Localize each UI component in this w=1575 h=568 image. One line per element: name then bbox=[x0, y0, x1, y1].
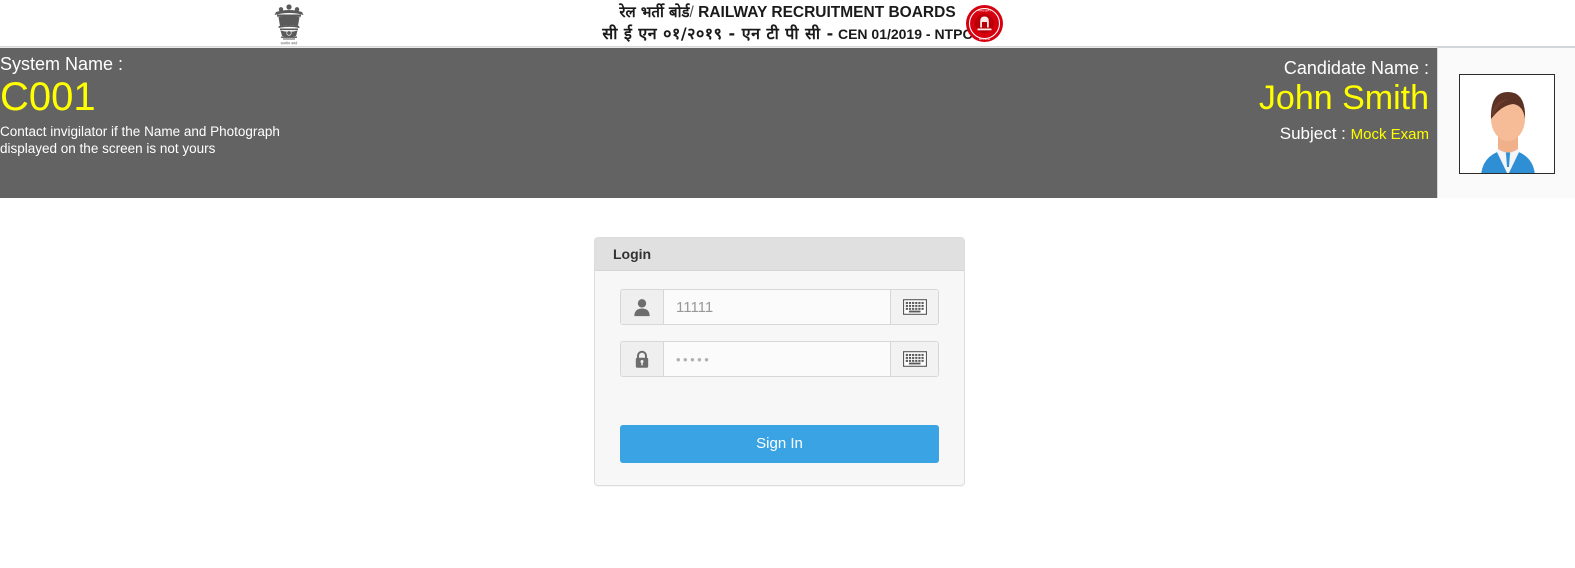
svg-text:RAILWAY: RAILWAY bbox=[978, 8, 991, 12]
subject-value: Mock Exam bbox=[1350, 126, 1429, 143]
login-panel: Login 11111 ••••• Sign In bbox=[594, 237, 965, 486]
subject-row: Subject : Mock Exam bbox=[1259, 123, 1429, 145]
login-panel-title: Login bbox=[613, 246, 652, 262]
subject-label: Subject : bbox=[1279, 124, 1346, 143]
virtual-keyboard-icon-username[interactable] bbox=[890, 290, 938, 324]
lock-icon bbox=[621, 342, 664, 376]
system-name-value: C001 bbox=[0, 75, 96, 119]
system-name-label: System Name : bbox=[0, 54, 124, 74]
virtual-keyboard-icon-password[interactable] bbox=[890, 342, 938, 376]
candidate-info-block: Candidate Name : John Smith Subject : Mo… bbox=[1259, 57, 1429, 145]
username-input-group bbox=[620, 289, 939, 325]
candidate-info-bar: System Name : C001 Contact invigilator i… bbox=[0, 47, 1575, 199]
candidate-name-label: Candidate Name : bbox=[1283, 58, 1429, 78]
banner-english-title: RAILWAY RECRUITMENT BOARDS bbox=[698, 4, 956, 21]
banner-line-2: सी ई एन ०१/२०१९ - एन टी पी सी - CEN 01/2… bbox=[0, 23, 1575, 45]
main-content-area: Login 11111 ••••• Sign In bbox=[0, 198, 1575, 568]
login-panel-body: Sign In bbox=[595, 271, 964, 485]
banner-line-1: रेल भर्ती बोर्ड/ RAILWAY RECRUITMENT BOA… bbox=[0, 2, 1575, 23]
invigilator-note: Contact invigilator if the Name and Phot… bbox=[0, 123, 280, 157]
svg-text:BOARD: BOARD bbox=[979, 37, 991, 41]
banner-separator: / bbox=[689, 4, 694, 21]
banner-english-cen: CEN 01/2019 - NTPC bbox=[837, 26, 973, 42]
candidate-name-value: John Smith bbox=[1258, 79, 1429, 117]
sign-in-button[interactable]: Sign In bbox=[620, 425, 939, 463]
top-banner: सत्यमेव जयते रेल भर्ती बोर्ड/ RAILWAY RE… bbox=[0, 0, 1575, 47]
banner-titles: रेल भर्ती बोर्ड/ RAILWAY RECRUITMENT BOA… bbox=[0, 0, 1575, 45]
system-info-block: System Name : C001 Contact invigilator i… bbox=[0, 52, 280, 157]
avatar bbox=[1458, 73, 1555, 174]
indian-railways-logo-icon: RAILWAY BOARD bbox=[965, 4, 1004, 43]
candidate-photo-panel bbox=[1437, 47, 1575, 199]
form-spacer bbox=[620, 393, 939, 425]
invigilator-note-line-2: displayed on the screen is not yours bbox=[0, 141, 216, 156]
login-panel-header: Login bbox=[595, 238, 964, 271]
invigilator-note-line-1: Contact invigilator if the Name and Phot… bbox=[0, 124, 280, 139]
banner-hindi-title: रेल भर्ती बोर्ड bbox=[619, 3, 690, 21]
username-input[interactable] bbox=[664, 290, 890, 324]
password-input-group bbox=[620, 341, 939, 377]
user-icon bbox=[621, 290, 664, 324]
password-input[interactable] bbox=[664, 342, 890, 376]
banner-hindi-cen: सी ई एन ०१/२०१९ - एन टी पी सी - bbox=[602, 24, 834, 43]
